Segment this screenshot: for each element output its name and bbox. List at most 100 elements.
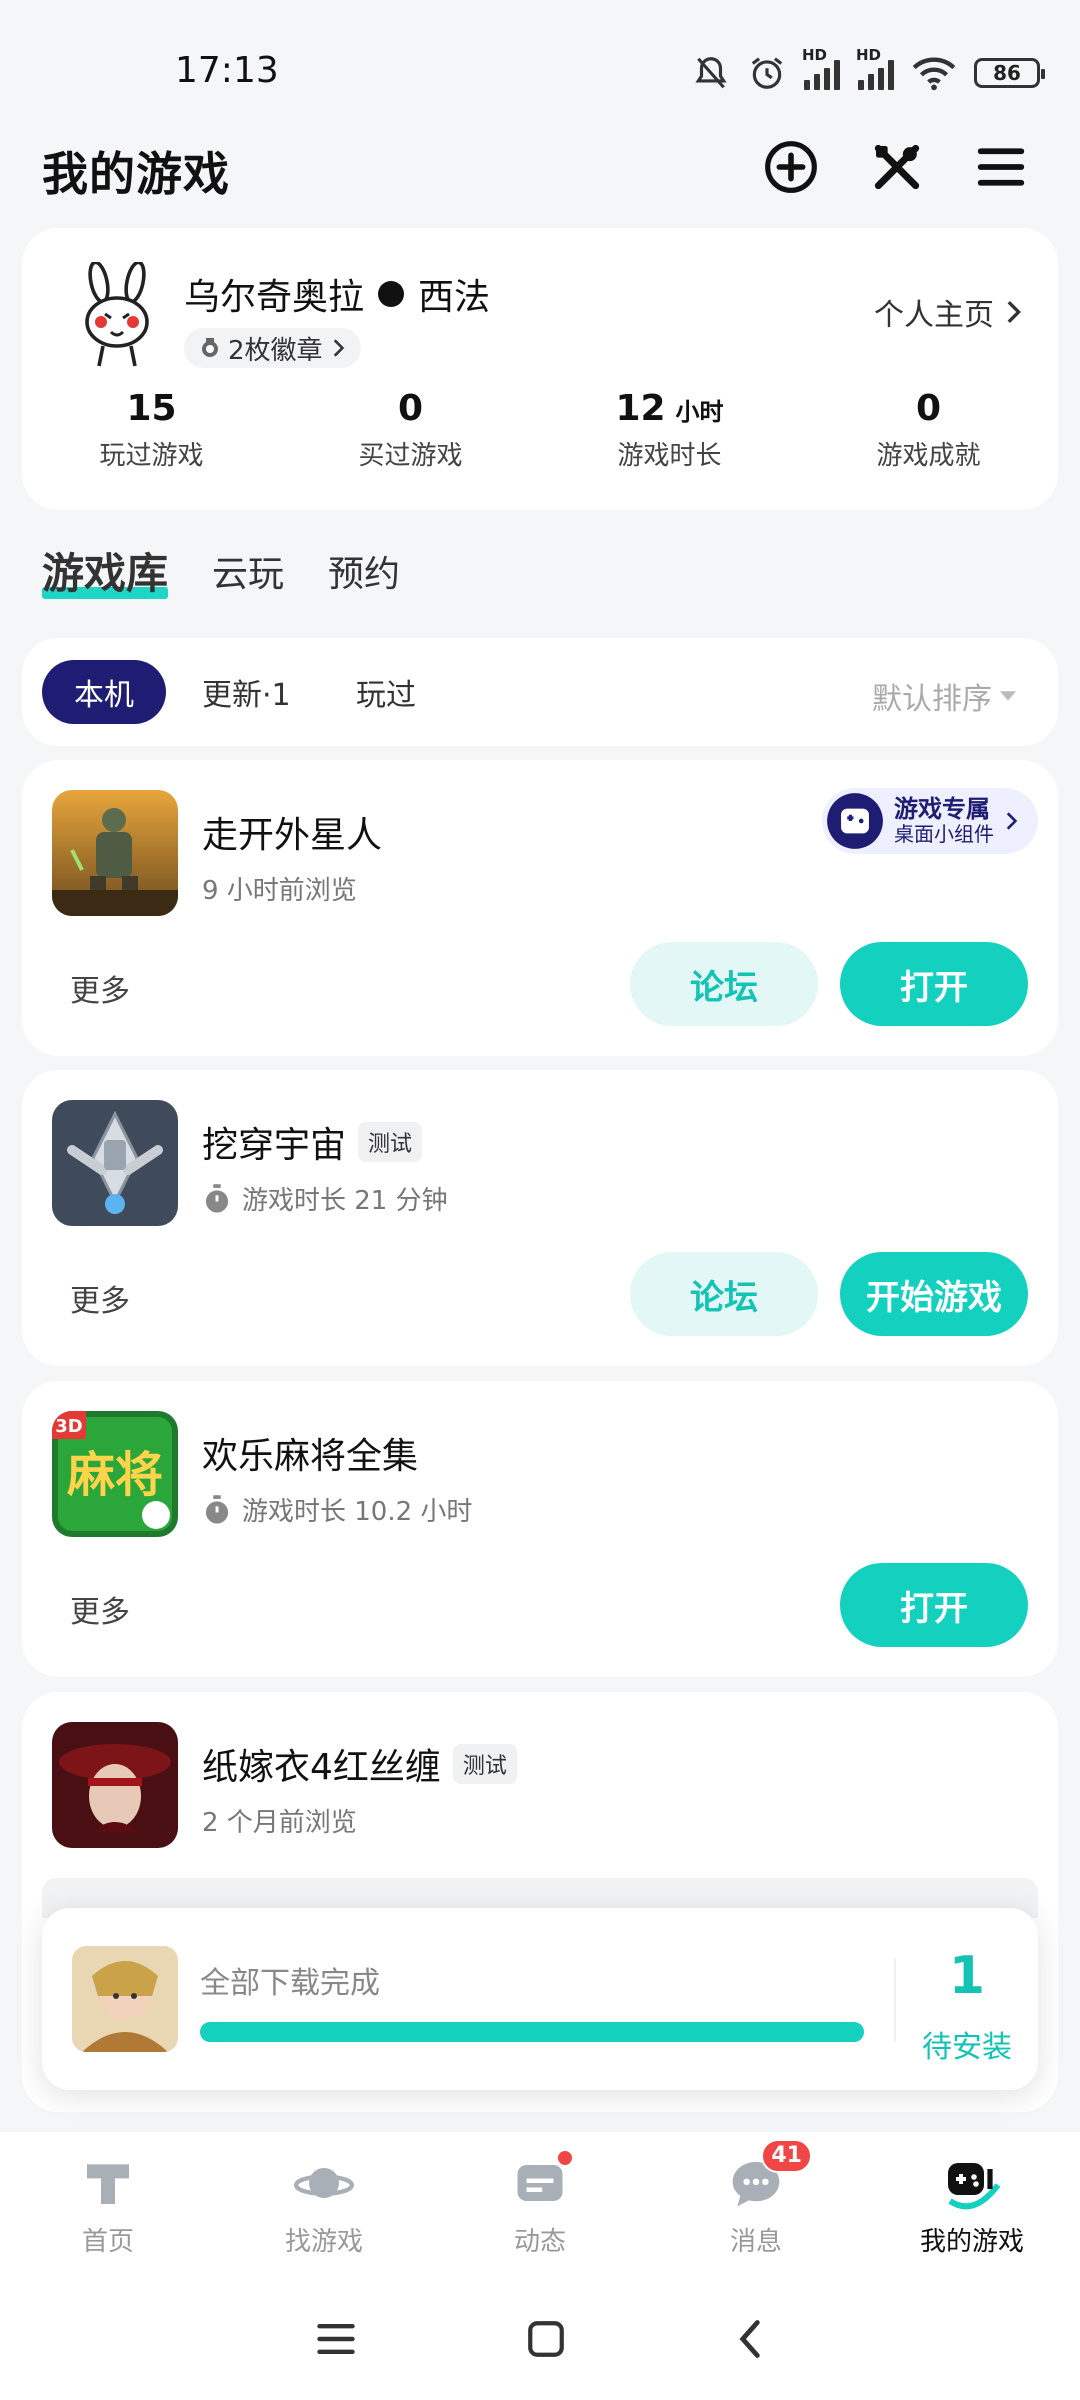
alarm-icon (751, 57, 783, 89)
widget-title: 游戏专属 (894, 795, 990, 823)
game-icon[interactable] (52, 790, 178, 916)
game-name: 纸嫁衣4红丝缠 测试 (202, 1738, 517, 1790)
tab-cloud-play[interactable]: 云玩 (212, 545, 284, 597)
status-time: 17:13 (175, 50, 279, 91)
widget-promo-button[interactable]: 游戏专属 桌面小组件 (822, 788, 1038, 854)
download-status-toast[interactable]: 全部下载完成 1 待安装 (42, 1908, 1038, 2090)
chevron-right-icon (333, 339, 344, 357)
nav-my-games[interactable]: 我的游戏 (864, 2132, 1080, 2278)
profile-link-label: 个人主页 (874, 298, 994, 333)
filter-chip-updates[interactable]: 更新·1 (170, 660, 323, 724)
chat-icon: 41 (726, 2138, 812, 2213)
game-subtitle: 游戏时长 21 分钟 (202, 1180, 448, 1217)
sort-dropdown[interactable]: 默认排序 (872, 674, 1016, 718)
tab-reservations[interactable]: 预约 (328, 545, 400, 597)
chevron-right-icon (1007, 301, 1021, 323)
game-name: 走开外星人 (202, 815, 383, 856)
planet-icon (294, 2153, 354, 2213)
game-name: 欢乐麻将全集 (202, 1436, 419, 1477)
pending-install-count[interactable]: 1 (896, 1946, 1038, 2006)
download-status-text: 全部下载完成 (200, 1966, 380, 2001)
tab-library[interactable]: 游戏库 (42, 540, 169, 601)
wifi-icon (912, 57, 956, 91)
open-button[interactable]: 打开 (840, 1563, 1028, 1647)
tools-icon (874, 144, 920, 190)
messages-count-badge: 41 (761, 2138, 812, 2173)
profile-link[interactable]: 个人主页 (874, 290, 1022, 334)
username-row: 乌尔奇奥拉 西法 (184, 268, 490, 320)
more-button[interactable]: 更多 (70, 1276, 130, 1320)
stat-achievements[interactable]: 0 游戏成就 (799, 388, 1058, 472)
game-card[interactable]: 挖穿宇宙 测试 游戏时长 21 分钟 更多 论坛 开始游戏 (22, 1070, 1058, 1366)
badges-label: 2枚徽章 (228, 335, 323, 366)
nav-home[interactable]: 首页 (0, 2132, 216, 2278)
filter-chip-played[interactable]: 玩过 (324, 660, 448, 724)
forum-button[interactable]: 论坛 (630, 1252, 818, 1336)
signal-2-icon: HD (856, 46, 894, 90)
home-square-icon[interactable] (525, 2318, 567, 2360)
separator-dot (378, 281, 405, 307)
downloaded-game-icon (72, 1946, 178, 2052)
game-subtitle: 2 个月前浏览 (202, 1808, 357, 1838)
game-subtitle: 游戏时长 10.2 小时 (202, 1491, 472, 1528)
more-button[interactable]: 更多 (70, 1587, 130, 1631)
menu-button[interactable] (966, 132, 1036, 202)
bottom-nav: 首页 找游戏 动态 41 消息 我的游戏 (0, 2132, 1080, 2278)
stat-bought[interactable]: 0 买过游戏 (281, 388, 540, 472)
header: 我的游戏 (0, 120, 1080, 220)
mahjong-icon-badge: 3D (55, 1416, 82, 1437)
feed-notification-dot (556, 2148, 574, 2167)
mute-bell-icon (695, 57, 727, 89)
more-button[interactable]: 更多 (70, 966, 130, 1010)
medal-icon (202, 338, 218, 357)
battery-icon: 86 (974, 58, 1045, 88)
start-game-button[interactable]: 开始游戏 (840, 1252, 1028, 1336)
game-card[interactable]: 走开外星人 9 小时前浏览 游戏专属 桌面小组件 更多 论坛 打开 (22, 760, 1058, 1056)
badges-button[interactable]: 2枚徽章 (184, 328, 361, 368)
forum-button[interactable]: 论坛 (630, 942, 818, 1026)
stat-playtime[interactable]: 12 小时 游戏时长 (540, 388, 799, 472)
filter-chip-local[interactable]: 本机 (42, 660, 166, 724)
chevron-right-icon (1006, 812, 1018, 830)
beta-tag: 测试 (358, 1122, 423, 1162)
recent-apps-icon[interactable] (314, 2319, 358, 2359)
hamburger-menu-icon (977, 148, 1025, 186)
profile-card[interactable]: 乌尔奇奥拉 西法 2枚徽章 个人主页 15 玩过游戏 0 买过游戏 12 小时 游… (22, 228, 1058, 510)
tools-button[interactable] (862, 132, 932, 202)
open-button[interactable]: 打开 (840, 942, 1028, 1026)
download-progress-fill (200, 2022, 864, 2042)
game-card[interactable]: 麻将 3D 欢乐麻将全集 游戏时长 10.2 小时 更多 打开 (22, 1381, 1058, 1677)
feed-icon (510, 2148, 574, 2213)
beta-tag: 测试 (452, 1744, 517, 1784)
nav-find-games[interactable]: 找游戏 (216, 2132, 432, 2278)
pending-install-label[interactable]: 待安装 (896, 2022, 1038, 2066)
game-icon[interactable] (52, 1722, 178, 1848)
game-icon[interactable] (52, 1100, 178, 1226)
stats-row: 15 玩过游戏 0 买过游戏 12 小时 游戏时长 0 游戏成就 (22, 388, 1058, 472)
system-nav-bar (0, 2278, 1080, 2400)
gamepad-widget-icon (827, 793, 883, 849)
home-icon (78, 2153, 138, 2213)
download-progress-bar (200, 2022, 864, 2042)
avatar[interactable] (58, 258, 176, 376)
widget-subtitle: 桌面小组件 (894, 822, 994, 846)
back-icon[interactable] (734, 2317, 766, 2361)
game-name: 挖穿宇宙 测试 (202, 1116, 423, 1168)
game-subtitle: 9 小时前浏览 (202, 876, 357, 906)
section-tabs: 游戏库 云玩 预约 (42, 540, 400, 601)
server-name: 西法 (418, 277, 491, 318)
page-title: 我的游戏 (42, 147, 230, 201)
add-button[interactable] (756, 132, 826, 202)
filter-bar: 本机 更新·1 玩过 默认排序 (22, 638, 1058, 746)
my-games-gamepad-icon (942, 2153, 1002, 2213)
stat-played[interactable]: 15 玩过游戏 (22, 388, 281, 472)
game-icon[interactable]: 麻将 3D (52, 1411, 178, 1537)
nav-messages[interactable]: 41 消息 (648, 2132, 864, 2278)
stopwatch-icon (205, 1183, 229, 1213)
nav-feed[interactable]: 动态 (432, 2132, 648, 2278)
status-bar: 17:13 HD HD 86 (0, 0, 1080, 120)
mahjong-icon-text: 麻将 (67, 1447, 163, 1503)
rabbit-avatar-icon (85, 262, 149, 367)
signal-1-icon: HD (802, 46, 840, 90)
username: 乌尔奇奥拉 (184, 277, 365, 318)
